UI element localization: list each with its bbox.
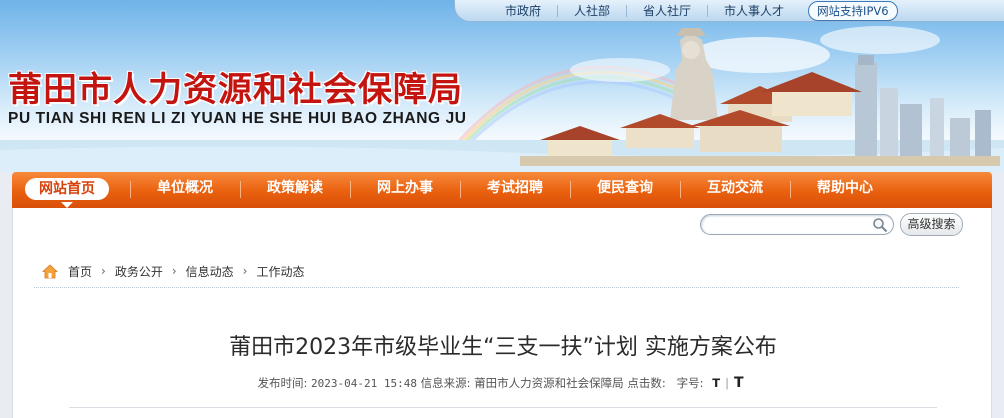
nav-item-home-label: 网站首页 bbox=[25, 178, 109, 200]
ipv6-badge[interactable]: 网站支持IPV6 bbox=[808, 0, 898, 21]
source-value: 莆田市人力资源和社会保障局 bbox=[474, 376, 624, 390]
nav-item-unit-overview[interactable]: 单位概况 bbox=[130, 172, 240, 206]
top-link-city-talent[interactable]: 市人事人才 bbox=[708, 5, 800, 17]
main-nav: 网站首页 单位概况 政策解读 网上办事 考试招聘 便民查询 互动交流 帮助中心 bbox=[12, 172, 992, 208]
site-title: 莆田市人力资源和社会保障局 bbox=[8, 70, 463, 110]
top-link-city-government[interactable]: 市政府 bbox=[489, 4, 559, 17]
nav-item-online-services[interactable]: 网上办事 bbox=[350, 172, 460, 206]
article-title: 莆田市2023年市级毕业生“三支一扶”计划 实施方案公布 bbox=[229, 335, 777, 360]
nav-item-help-center[interactable]: 帮助中心 bbox=[790, 172, 900, 206]
search-icon[interactable] bbox=[872, 217, 888, 233]
nav-item-exam-recruitment[interactable]: 考试招聘 bbox=[460, 172, 570, 206]
article-meta: 发布时间: 2023-04-21 15:48 信息来源: 莆田市人力资源和社会保… bbox=[13, 375, 993, 391]
font-size-label: 字号: bbox=[676, 376, 704, 390]
search-bar-row: 高级搜索 bbox=[12, 208, 992, 243]
breadcrumb-work-news[interactable]: 工作动态 bbox=[256, 263, 304, 280]
click-count-label: 点击数: bbox=[627, 376, 666, 390]
home-icon bbox=[42, 263, 58, 278]
header-banner: 市政府 人社部 省人社厅 市人事人才 网站支持IPV6 莆田市人力资源和社会保障… bbox=[0, 0, 1004, 172]
nav-item-interaction[interactable]: 互动交流 bbox=[680, 172, 790, 206]
nav-item-policy-interpretation[interactable]: 政策解读 bbox=[240, 172, 350, 206]
search-input[interactable] bbox=[700, 214, 894, 235]
nav-item-home[interactable]: 网站首页 bbox=[12, 172, 122, 208]
article-content: 首页 › 政务公开 › 信息动态 › 工作动态 莆田市2023年市级毕业生“三支… bbox=[12, 243, 992, 418]
top-link-provincial-hrss[interactable]: 省人社厅 bbox=[627, 4, 709, 17]
breadcrumb-separator-icon: › bbox=[242, 264, 248, 278]
breadcrumb-info-news[interactable]: 信息动态 bbox=[186, 263, 234, 280]
top-link-mohrss[interactable]: 人社部 bbox=[558, 4, 628, 17]
publish-time-label: 发布时间: bbox=[257, 376, 308, 390]
font-size-divider: | bbox=[725, 376, 729, 390]
breadcrumb-separator-icon: › bbox=[171, 264, 177, 278]
font-size-small-button[interactable]: T bbox=[712, 376, 720, 390]
publish-time: 2023-04-21 15:48 bbox=[311, 377, 417, 390]
top-links-bar: 市政府 人社部 省人社厅 市人事人才 网站支持IPV6 bbox=[454, 0, 1004, 22]
breadcrumb: 首页 › 政务公开 › 信息动态 › 工作动态 bbox=[34, 255, 959, 288]
breadcrumb-separator-icon: › bbox=[101, 264, 106, 278]
breadcrumb-gov-affairs[interactable]: 政务公开 bbox=[115, 263, 163, 280]
font-size-large-button[interactable]: T bbox=[734, 375, 744, 391]
site-pinyin: PU TIAN SHI REN LI ZI YUAN HE SHE HUI BA… bbox=[8, 110, 467, 127]
breadcrumb-home[interactable]: 首页 bbox=[68, 263, 92, 280]
advanced-search-button[interactable]: 高级搜索 bbox=[900, 213, 963, 236]
nav-item-public-query[interactable]: 便民查询 bbox=[570, 172, 680, 206]
divider bbox=[69, 407, 937, 408]
source-label: 信息来源: bbox=[420, 376, 471, 390]
